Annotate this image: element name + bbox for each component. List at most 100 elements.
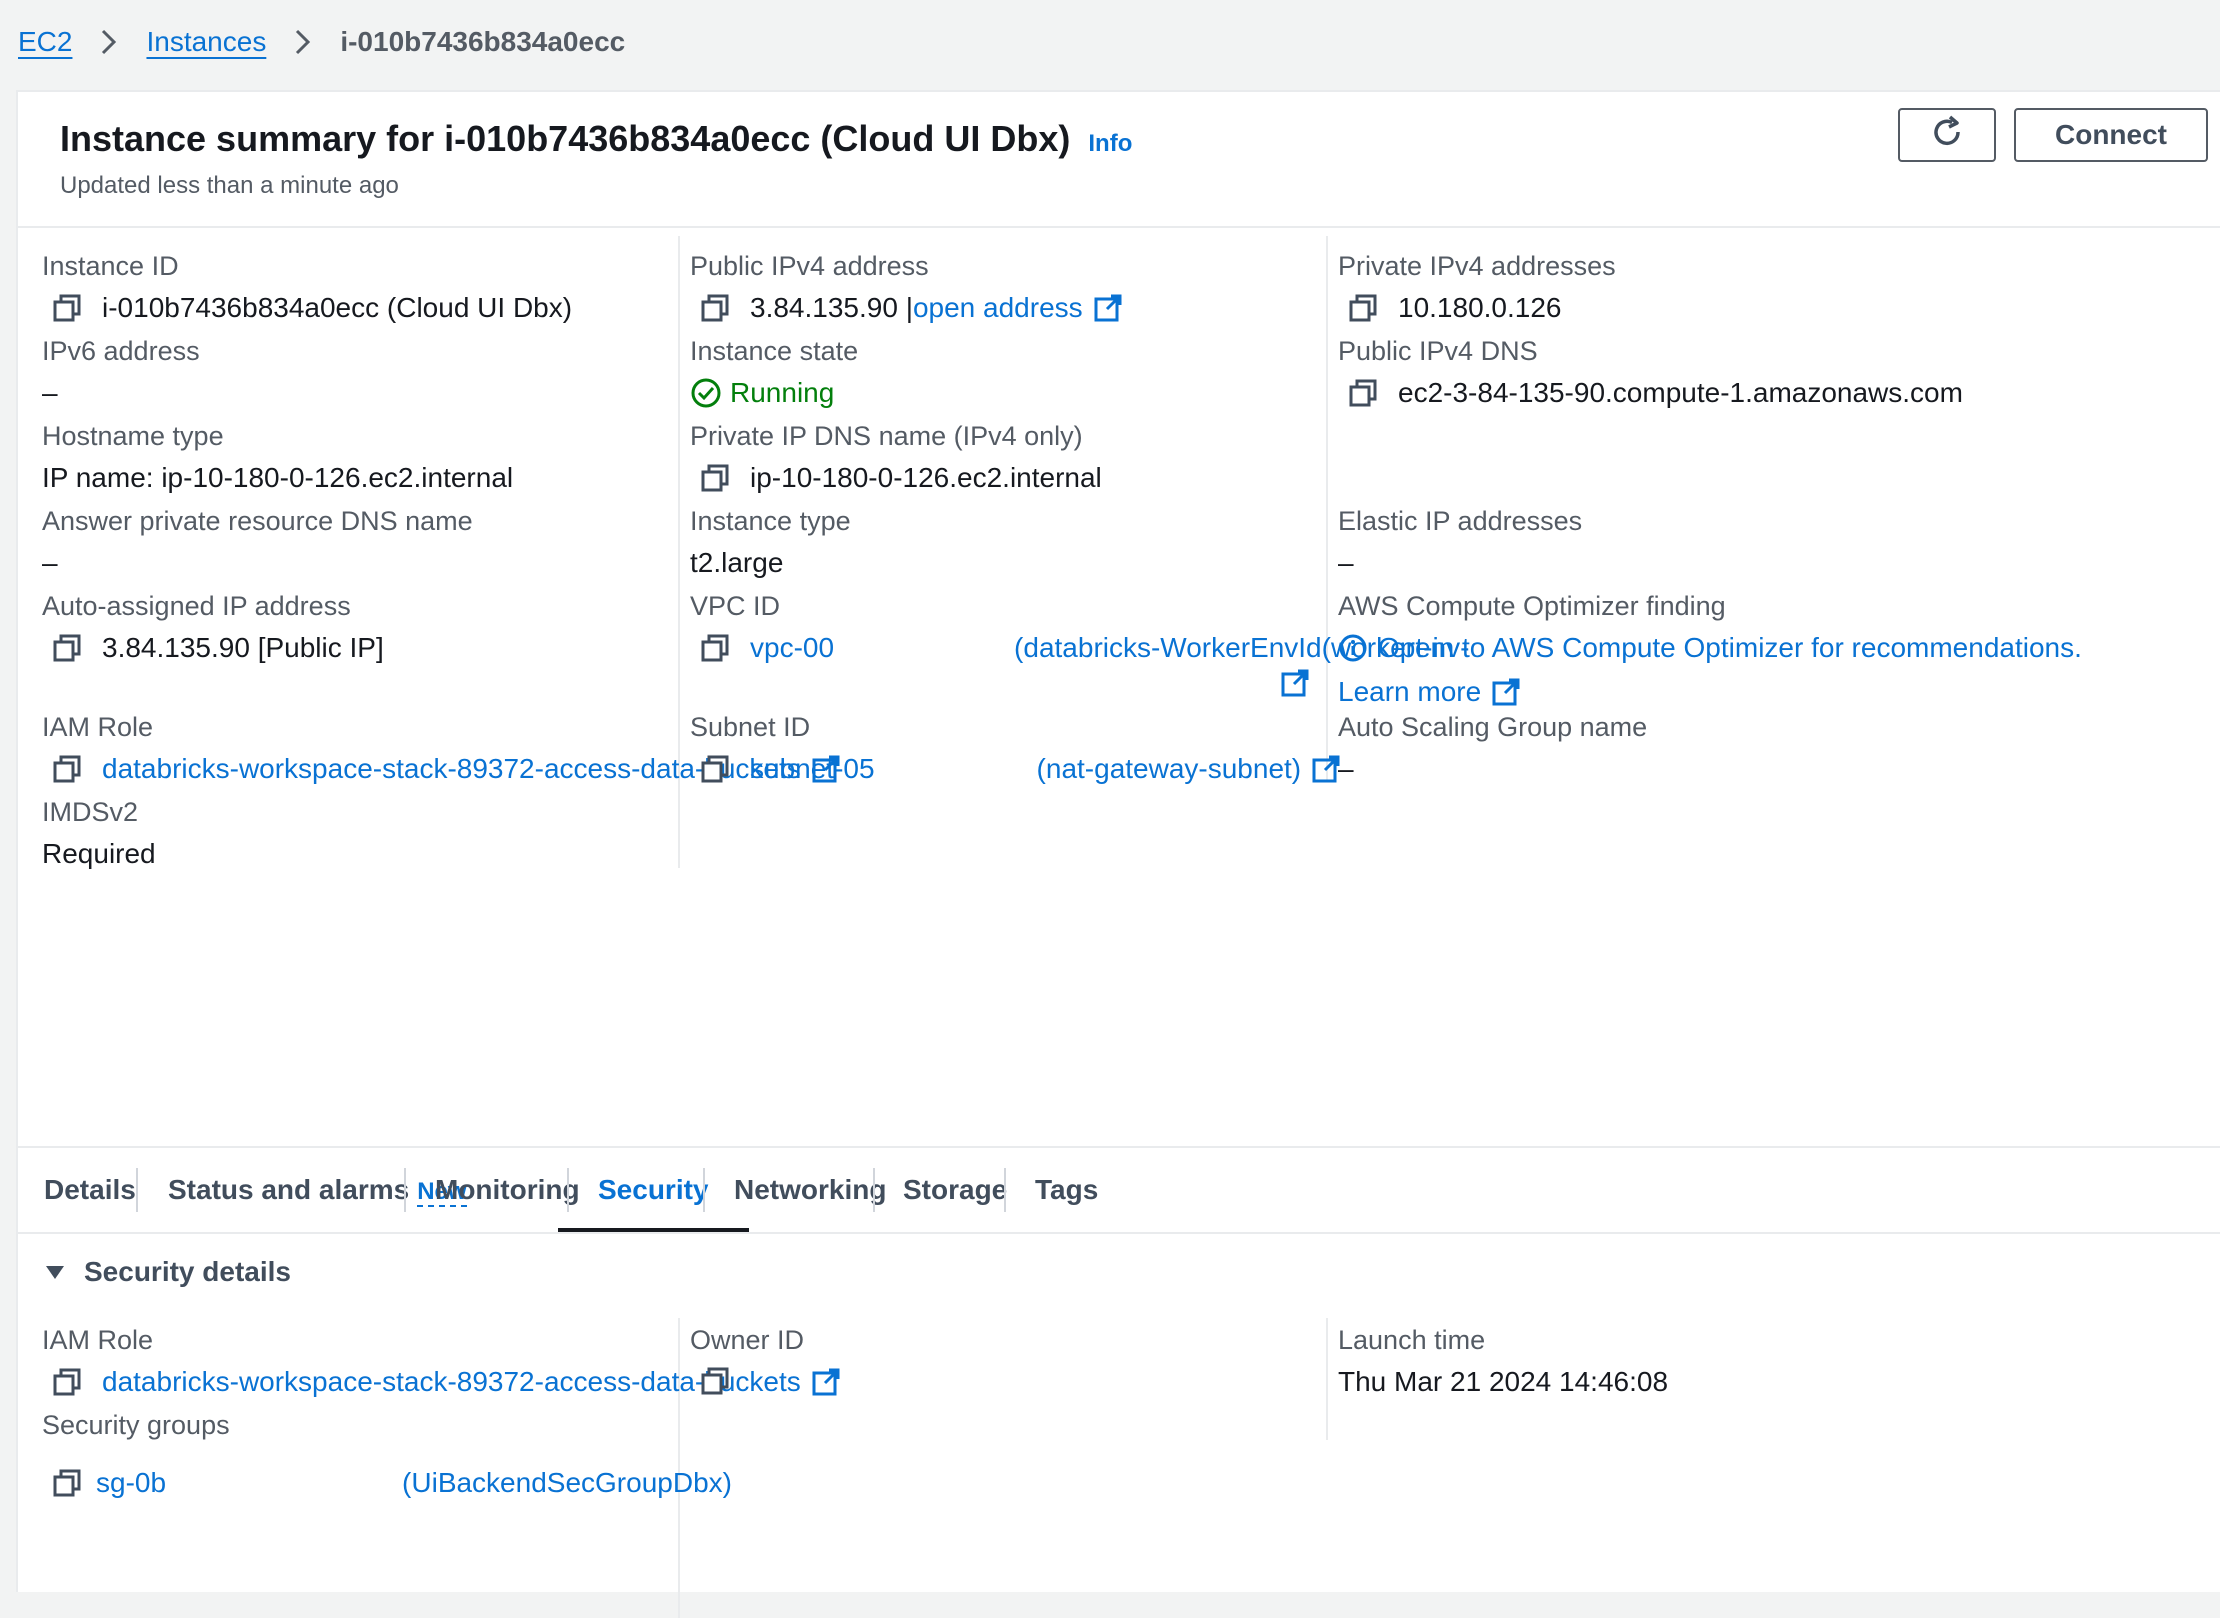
copy-icon[interactable] [700, 754, 730, 784]
field-label: Auto Scaling Group name [1338, 712, 1648, 742]
field-vpc-id: VPC ID vpc-00 (databricks-WorkerEnvId(wo… [690, 588, 1469, 698]
ipv6-value: – [42, 377, 58, 408]
tab-separator [873, 1168, 875, 1212]
breadcrumb-ec2-link[interactable]: EC2 [18, 26, 72, 58]
chevron-right-icon [294, 28, 312, 56]
field-label: Answer private resource DNS name [42, 506, 473, 536]
copy-icon[interactable] [700, 293, 730, 323]
instance-id-value: i-010b7436b834a0ecc (Cloud UI Dbx) [102, 292, 573, 323]
chevron-right-icon [100, 28, 118, 56]
tab-label: Status and alarms [168, 1174, 410, 1205]
caret-down-icon [44, 1261, 66, 1283]
learn-more-link[interactable]: Learn more [1338, 676, 1481, 708]
tab-separator [1004, 1168, 1006, 1212]
copy-icon[interactable] [52, 754, 82, 784]
tab-storage[interactable]: Storage [903, 1148, 1007, 1232]
tab-networking[interactable]: Networking [734, 1148, 886, 1232]
answer-dns-value: – [42, 547, 58, 578]
field-label: Owner ID [690, 1325, 805, 1355]
info-circle-icon [1338, 633, 1368, 663]
summary-grid: Instance ID i-010b7436b834a0ecc (Cloud U… [18, 228, 2220, 1218]
refresh-button[interactable] [1898, 108, 1996, 162]
field-instance-state: Instance state Running [690, 333, 858, 409]
copy-icon[interactable] [52, 1468, 82, 1498]
field-label: Public IPv4 address [690, 251, 929, 281]
section-title: Security details [84, 1256, 291, 1287]
field-label: Private IP DNS name (IPv4 only) [690, 421, 1083, 451]
copy-icon[interactable] [700, 463, 730, 493]
field-label: Security groups [42, 1410, 230, 1440]
external-link-icon[interactable] [1311, 754, 1341, 784]
field-compute-optimizer: AWS Compute Optimizer finding Opt-in to … [1338, 588, 2082, 708]
vpc-id-link[interactable]: vpc-00 [750, 632, 834, 664]
field-private-ipv4: Private IPv4 addresses 10.180.0.126 [1338, 248, 1616, 324]
copy-icon[interactable] [52, 293, 82, 323]
security-group-link[interactable]: sg-0b [96, 1467, 166, 1499]
field-public-dns: Public IPv4 DNS ec2-3-84-135-90.compute-… [1338, 333, 1963, 409]
open-address-link[interactable]: open address [913, 292, 1083, 324]
field-label: Instance ID [42, 251, 179, 281]
field-label: Private IPv4 addresses [1338, 251, 1616, 281]
tab-status-and-alarms[interactable]: Status and alarms New [168, 1148, 467, 1232]
asg-name-value: – [1338, 753, 1354, 784]
instance-summary-card: Instance summary for i-010b7436b834a0ecc… [16, 90, 2220, 1618]
connect-button[interactable]: Connect [2014, 108, 2208, 162]
elastic-ip-value: – [1338, 547, 1354, 578]
field-instance-type: Instance type t2.large [690, 503, 851, 579]
tab-bar: Details Status and alarms New Monitoring… [18, 1146, 2220, 1234]
auto-ip-value: 3.84.135.90 [Public IP] [102, 632, 384, 663]
tab-details[interactable]: Details [44, 1148, 136, 1232]
field-label: VPC ID [690, 591, 781, 621]
column-divider [1326, 1318, 1328, 1440]
external-link-icon[interactable] [1491, 677, 1521, 707]
instance-state-value: Running [730, 377, 835, 408]
external-link-icon[interactable] [1280, 668, 1310, 698]
field-label: AWS Compute Optimizer finding [1338, 591, 1726, 621]
tab-tags[interactable]: Tags [1035, 1148, 1098, 1232]
field-label: Subnet ID [690, 712, 811, 742]
security-group-name-link[interactable]: (UiBackendSecGroupDbx) [402, 1467, 732, 1499]
field-public-ipv4: Public IPv4 address 3.84.135.90 | open a… [690, 248, 1123, 324]
private-dns-value: ip-10-180-0-126.ec2.internal [750, 462, 1102, 493]
hostname-type-value: IP name: ip-10-180-0-126.ec2.internal [42, 462, 514, 493]
opt-in-link[interactable]: Opt-in to AWS Compute Optimizer for reco… [1378, 632, 2082, 664]
tab-separator [136, 1168, 138, 1212]
field-instance-id: Instance ID i-010b7436b834a0ecc (Cloud U… [42, 248, 572, 324]
external-link-icon[interactable] [1093, 293, 1123, 323]
field-label: Public IPv4 DNS [1338, 336, 1538, 366]
field-label: Elastic IP addresses [1338, 506, 1583, 536]
tab-security[interactable]: Security [558, 1148, 748, 1232]
external-link-icon[interactable] [811, 1367, 841, 1397]
field-private-dns: Private IP DNS name (IPv4 only) ip-10-18… [690, 418, 1102, 494]
field-imdsv2: IMDSv2 Required [42, 794, 156, 870]
copy-icon[interactable] [52, 1367, 82, 1397]
field-answer-dns: Answer private resource DNS name – [42, 503, 473, 579]
check-circle-icon [690, 377, 722, 409]
tab-separator [404, 1168, 406, 1212]
column-divider [1326, 236, 1328, 780]
copy-icon[interactable] [1348, 293, 1378, 323]
copy-icon[interactable] [1348, 378, 1378, 408]
launch-time-value: Thu Mar 21 2024 14:46:08 [1338, 1366, 1669, 1397]
subnet-id-link[interactable]: subnet-05 [750, 753, 875, 785]
field-label: Instance state [690, 336, 859, 366]
field-ipv6: IPv6 address – [42, 333, 200, 409]
field-owner-id: Owner ID [690, 1322, 804, 1396]
instance-type-value: t2.large [690, 547, 784, 578]
tab-monitoring[interactable]: Monitoring [435, 1148, 580, 1232]
copy-icon[interactable] [700, 1366, 730, 1396]
field-label: IPv6 address [42, 336, 200, 366]
field-auto-ip: Auto-assigned IP address 3.84.135.90 [Pu… [42, 588, 384, 664]
copy-icon[interactable] [52, 633, 82, 663]
info-link[interactable]: Info [1088, 130, 1132, 158]
breadcrumb-instances-link[interactable]: Instances [146, 26, 266, 58]
imdsv2-value: Required [42, 838, 156, 869]
public-ipv4-value: 3.84.135.90 | [750, 292, 913, 323]
copy-icon[interactable] [700, 633, 730, 663]
breadcrumb-current: i-010b7436b834a0ecc [340, 26, 626, 57]
field-elastic-ip: Elastic IP addresses – [1338, 503, 1582, 579]
private-ipv4-value: 10.180.0.126 [1398, 292, 1562, 323]
subnet-name-link[interactable]: (nat-gateway-subnet) [1037, 753, 1302, 785]
field-asg-name: Auto Scaling Group name – [1338, 709, 1647, 785]
security-details-toggle[interactable]: Security details [44, 1256, 291, 1288]
